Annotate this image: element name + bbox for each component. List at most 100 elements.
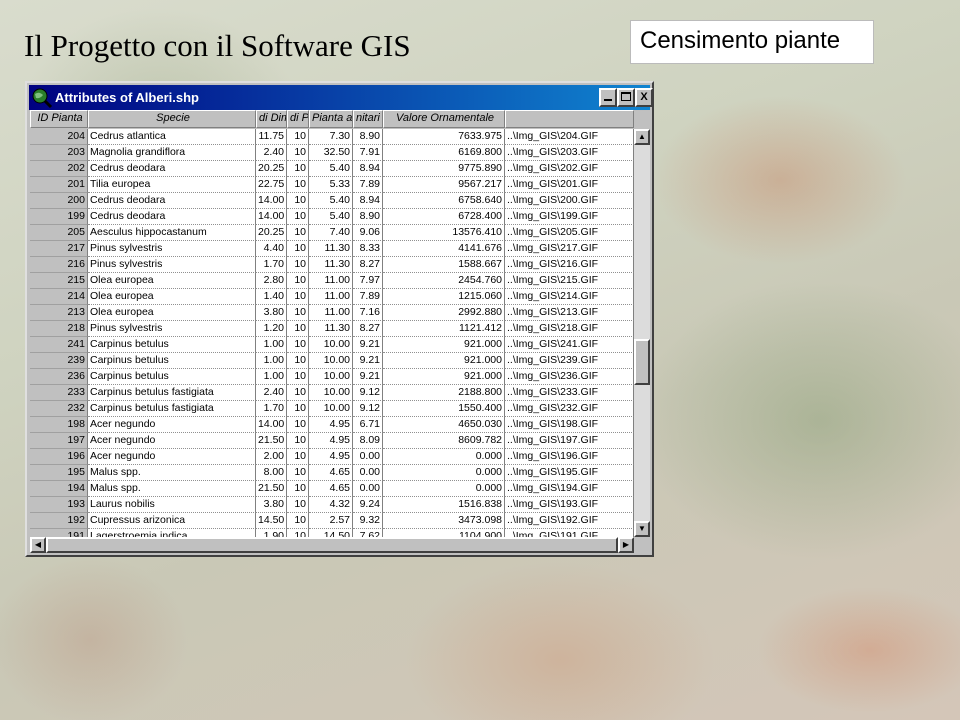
table-cell[interactable]: 8.09 xyxy=(353,433,383,449)
table-cell[interactable]: 8.94 xyxy=(353,161,383,177)
table-cell[interactable]: ..\Img_GIS\215.GIF xyxy=(505,273,634,289)
table-cell[interactable]: 232 xyxy=(30,401,88,417)
table-row[interactable]: 195 Malus spp. 8.00 10 4.65 0.00 0.000 ..\Img_G… xyxy=(30,465,634,481)
scroll-up-button[interactable]: ▲ xyxy=(634,129,650,145)
table-cell[interactable]: Acer negundo xyxy=(88,417,256,433)
column-header[interactable] xyxy=(505,110,634,128)
table-cell[interactable]: 9.12 xyxy=(353,401,383,417)
table-cell[interactable]: 7.89 xyxy=(353,289,383,305)
table-cell[interactable]: Olea europea xyxy=(88,289,256,305)
table-row[interactable]: 216 Pinus sylvestris 1.70 10 11.30 8.27 1588.6… xyxy=(30,257,634,273)
table-cell[interactable]: Laurus nobilis xyxy=(88,497,256,513)
table-cell[interactable]: ..\Img_GIS\204.GIF xyxy=(505,129,634,145)
table-cell[interactable]: Carpinus betulus xyxy=(88,369,256,385)
table-cell[interactable]: 192 xyxy=(30,513,88,529)
table-cell[interactable]: Pinus sylvestris xyxy=(88,321,256,337)
table-cell[interactable]: 198 xyxy=(30,417,88,433)
table-cell[interactable]: 2992.880 xyxy=(383,305,505,321)
vertical-scroll-thumb[interactable] xyxy=(634,339,650,385)
table-cell[interactable]: 0.00 xyxy=(353,449,383,465)
table-cell[interactable]: 3473.098 xyxy=(383,513,505,529)
table-cell[interactable]: 8.90 xyxy=(353,129,383,145)
table-row[interactable]: 232 Carpinus betulus fastigiata 1.70 10 10.0… xyxy=(30,401,634,417)
table-cell[interactable]: Malus spp. xyxy=(88,481,256,497)
table-cell[interactable]: 20.25 xyxy=(256,161,287,177)
table-cell[interactable]: 195 xyxy=(30,465,88,481)
table-cell[interactable]: 2188.800 xyxy=(383,385,505,401)
table-cell[interactable]: 9.21 xyxy=(353,337,383,353)
table-cell[interactable]: 2.40 xyxy=(256,385,287,401)
table-cell[interactable]: 4.95 xyxy=(309,449,353,465)
table-row[interactable]: 192 Cupressus arizonica 14.50 10 2.57 9.32 347… xyxy=(30,513,634,529)
table-cell[interactable]: ..\Img_GIS\202.GIF xyxy=(505,161,634,177)
table-cell[interactable]: 0.000 xyxy=(383,481,505,497)
table-cell[interactable]: 9.24 xyxy=(353,497,383,513)
table-cell[interactable]: 8.27 xyxy=(353,321,383,337)
table-cell[interactable]: Cedrus deodara xyxy=(88,161,256,177)
table-cell[interactable]: ..\Img_GIS\216.GIF xyxy=(505,257,634,273)
table-cell[interactable]: ..\Img_GIS\218.GIF xyxy=(505,321,634,337)
table-row[interactable]: 239 Carpinus betulus 1.00 10 10.00 9.21 921.00… xyxy=(30,353,634,369)
table-cell[interactable]: Pinus sylvestris xyxy=(88,241,256,257)
table-cell[interactable]: Aesculus hippocastanum xyxy=(88,225,256,241)
table-cell[interactable]: 14.00 xyxy=(256,193,287,209)
table-cell[interactable]: 1215.060 xyxy=(383,289,505,305)
table-cell[interactable]: 10 xyxy=(287,193,309,209)
table-cell[interactable]: Lagerstroemia indica xyxy=(88,529,256,537)
table-cell[interactable]: 1.40 xyxy=(256,289,287,305)
table-cell[interactable]: Carpinus betulus xyxy=(88,353,256,369)
table-cell[interactable]: ..\Img_GIS\196.GIF xyxy=(505,449,634,465)
column-header[interactable]: di Dim xyxy=(256,110,287,128)
table-cell[interactable]: 215 xyxy=(30,273,88,289)
table-row[interactable]: 193 Laurus nobilis 3.80 10 4.32 9.24 1516.838.… xyxy=(30,497,634,513)
table-cell[interactable]: ..\Img_GIS\197.GIF xyxy=(505,433,634,449)
table-cell[interactable]: 921.000 xyxy=(383,337,505,353)
table-cell[interactable]: 2.57 xyxy=(309,513,353,529)
table-cell[interactable]: Tilia europea xyxy=(88,177,256,193)
table-cell[interactable]: 1.90 xyxy=(256,529,287,537)
table-cell[interactable]: ..\Img_GIS\192.GIF xyxy=(505,513,634,529)
column-header[interactable]: di P xyxy=(287,110,309,128)
table-cell[interactable]: 1.00 xyxy=(256,337,287,353)
table-cell[interactable]: 196 xyxy=(30,449,88,465)
table-cell[interactable]: 214 xyxy=(30,289,88,305)
column-header[interactable]: ID Pianta xyxy=(30,110,88,128)
scroll-right-button[interactable]: ▶ xyxy=(618,537,634,553)
table-cell[interactable]: ..\Img_GIS\193.GIF xyxy=(505,497,634,513)
table-cell[interactable]: Malus spp. xyxy=(88,465,256,481)
table-cell[interactable]: ..\Img_GIS\203.GIF xyxy=(505,145,634,161)
table-cell[interactable]: 5.40 xyxy=(309,161,353,177)
table-cell[interactable]: 9567.217 xyxy=(383,177,505,193)
table-cell[interactable]: Olea europea xyxy=(88,305,256,321)
table-cell[interactable]: 1550.400 xyxy=(383,401,505,417)
table-cell[interactable]: 8.90 xyxy=(353,209,383,225)
table-cell[interactable]: 6758.640 xyxy=(383,193,505,209)
table-cell[interactable]: 9775.890 xyxy=(383,161,505,177)
table-cell[interactable]: ..\Img_GIS\198.GIF xyxy=(505,417,634,433)
table-row[interactable]: 213 Olea europea 3.80 10 11.00 7.16 2992.880..… xyxy=(30,305,634,321)
table-cell[interactable]: 1516.838 xyxy=(383,497,505,513)
horizontal-scroll-thumb[interactable] xyxy=(46,537,618,553)
table-cell[interactable]: Olea europea xyxy=(88,273,256,289)
table-cell[interactable]: 205 xyxy=(30,225,88,241)
table-cell[interactable]: 10 xyxy=(287,513,309,529)
table-cell[interactable]: Cedrus deodara xyxy=(88,209,256,225)
table-cell[interactable]: 193 xyxy=(30,497,88,513)
table-cell[interactable]: 1.70 xyxy=(256,257,287,273)
table-cell[interactable]: 199 xyxy=(30,209,88,225)
table-cell[interactable]: Cedrus deodara xyxy=(88,193,256,209)
table-cell[interactable]: ..\Img_GIS\195.GIF xyxy=(505,465,634,481)
table-cell[interactable]: 217 xyxy=(30,241,88,257)
table-cell[interactable]: Carpinus betulus fastigiata xyxy=(88,401,256,417)
table-cell[interactable]: 10 xyxy=(287,401,309,417)
table-cell[interactable]: 10 xyxy=(287,369,309,385)
table-row[interactable]: 217 Pinus sylvestris 4.40 10 11.30 8.33 4141.6… xyxy=(30,241,634,257)
table-cell[interactable]: ..\Img_GIS\241.GIF xyxy=(505,337,634,353)
table-row[interactable]: 196 Acer negundo 2.00 10 4.95 0.00 0.000 ..\Img… xyxy=(30,449,634,465)
table-cell[interactable]: 4.32 xyxy=(309,497,353,513)
table-cell[interactable]: 10 xyxy=(287,497,309,513)
table-cell[interactable]: 202 xyxy=(30,161,88,177)
table-cell[interactable]: 14.50 xyxy=(309,529,353,537)
table-cell[interactable]: 197 xyxy=(30,433,88,449)
table-cell[interactable]: 10 xyxy=(287,257,309,273)
